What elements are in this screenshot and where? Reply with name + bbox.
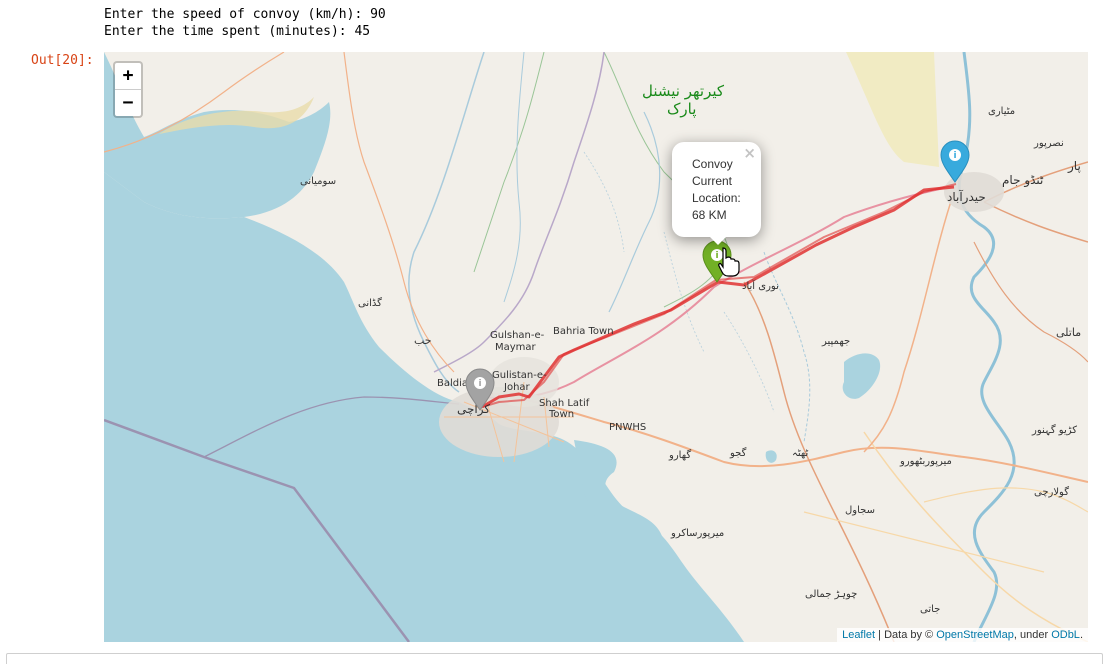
label-sujawal: سجاول bbox=[845, 505, 875, 516]
attribution-end: . bbox=[1079, 629, 1083, 641]
label-noori-abad: نوری آباد bbox=[742, 279, 779, 292]
provincial-border bbox=[433, 52, 605, 373]
popup-line: Location: bbox=[692, 191, 741, 205]
label-shah-latif-2: Town bbox=[548, 409, 574, 420]
keenjhar-lake bbox=[842, 353, 881, 399]
label-nasarpur: نصرپور bbox=[1033, 138, 1064, 149]
label-hub: حب bbox=[414, 334, 432, 347]
label-sonmiani: سومیانی bbox=[300, 176, 336, 187]
label-jati: جاتی bbox=[920, 604, 940, 615]
stdout-line-speed: Enter the speed of convoy (km/h): 90 bbox=[104, 7, 386, 22]
info-sign-icon: i bbox=[715, 251, 718, 261]
label-gaddani: گڈانی bbox=[358, 297, 382, 309]
label-golarchi: گولارچی bbox=[1034, 486, 1069, 498]
map-attribution: Leaflet | Data by © OpenStreetMap, under… bbox=[837, 628, 1088, 642]
leaflet-link[interactable]: Leaflet bbox=[842, 629, 875, 641]
popup-line: Convoy bbox=[692, 157, 733, 171]
label-gujjo: گجو bbox=[729, 447, 747, 459]
next-cell-border[interactable] bbox=[6, 653, 1103, 664]
odbl-link[interactable]: ODbL bbox=[1051, 629, 1080, 641]
haleji-lake bbox=[765, 450, 777, 463]
attribution-text: | Data by © bbox=[875, 629, 937, 641]
zoom-in-button[interactable]: + bbox=[115, 63, 141, 90]
label-chohar-jamali: چوہڑ جمالی bbox=[805, 589, 857, 600]
label-gharo: گھارو bbox=[668, 449, 691, 461]
popup-tip bbox=[708, 235, 728, 245]
info-sign-icon: i bbox=[478, 379, 481, 389]
stdout-line-time: Enter the time spent (minutes): 45 bbox=[104, 24, 371, 39]
map-tiles: کیرتھر نیشنل پارک مٹیاری نصرپور پار ٹنڈو… bbox=[104, 52, 1088, 642]
cell-stdout: Enter the speed of convoy (km/h): 90 Ente… bbox=[104, 6, 386, 40]
label-matli: ماتلی bbox=[1056, 326, 1081, 339]
attribution-under: , under bbox=[1013, 629, 1052, 641]
output-prompt: Out[20]: bbox=[31, 53, 94, 68]
marker-popup: × Convoy Current Location: 68 KM bbox=[672, 142, 761, 245]
label-matiari: مٹیاری bbox=[988, 106, 1015, 117]
info-sign-icon: i bbox=[953, 151, 956, 161]
label-pnwhs: PNWHS bbox=[609, 422, 646, 433]
label-baldia: Baldia bbox=[437, 378, 468, 389]
zoom-control: + − bbox=[113, 61, 143, 118]
zoom-out-button[interactable]: − bbox=[115, 90, 141, 116]
label-gulshan-1: Gulshan-e- bbox=[490, 330, 545, 341]
sandy-area bbox=[846, 52, 939, 167]
label-bahria: Bahria Town bbox=[553, 326, 614, 337]
popup-line: Current bbox=[692, 174, 733, 188]
label-par: پار bbox=[1067, 159, 1081, 174]
label-shah-latif-1: Shah Latif bbox=[539, 398, 590, 409]
label-gulshan-2: Maymar bbox=[495, 342, 537, 353]
indus-river bbox=[957, 52, 1016, 642]
label-kario-ganhwar: کڑیو گہنور bbox=[1031, 424, 1077, 436]
label-hyderabad: حیدرآباد bbox=[947, 189, 986, 205]
label-gulistan-1: Gulistan-e- bbox=[492, 370, 547, 381]
label-thatta: ٹھٹہ bbox=[792, 448, 808, 459]
label-mirpur-sakro: میرپورساکرو bbox=[670, 528, 724, 539]
label-mirpur-bathoro: میرپوربٹھورو bbox=[899, 456, 952, 467]
label-tando-jam: ٹنڈو جام bbox=[1002, 173, 1044, 188]
popup-distance: 68 KM bbox=[692, 208, 727, 222]
label-park-line2: پارک bbox=[667, 100, 696, 119]
label-jhimpir: جھمپیر bbox=[821, 336, 850, 347]
leaflet-map[interactable]: کیرتھر نیشنل پارک مٹیاری نصرپور پار ٹنڈو… bbox=[104, 52, 1088, 642]
osm-link[interactable]: OpenStreetMap bbox=[936, 629, 1014, 641]
popup-content: Convoy Current Location: 68 KM bbox=[692, 156, 752, 224]
label-gulistan-2: Johar bbox=[503, 382, 531, 393]
label-park-line1: کیرتھر نیشنل bbox=[642, 82, 725, 100]
label-karachi: کراچی bbox=[457, 402, 490, 417]
